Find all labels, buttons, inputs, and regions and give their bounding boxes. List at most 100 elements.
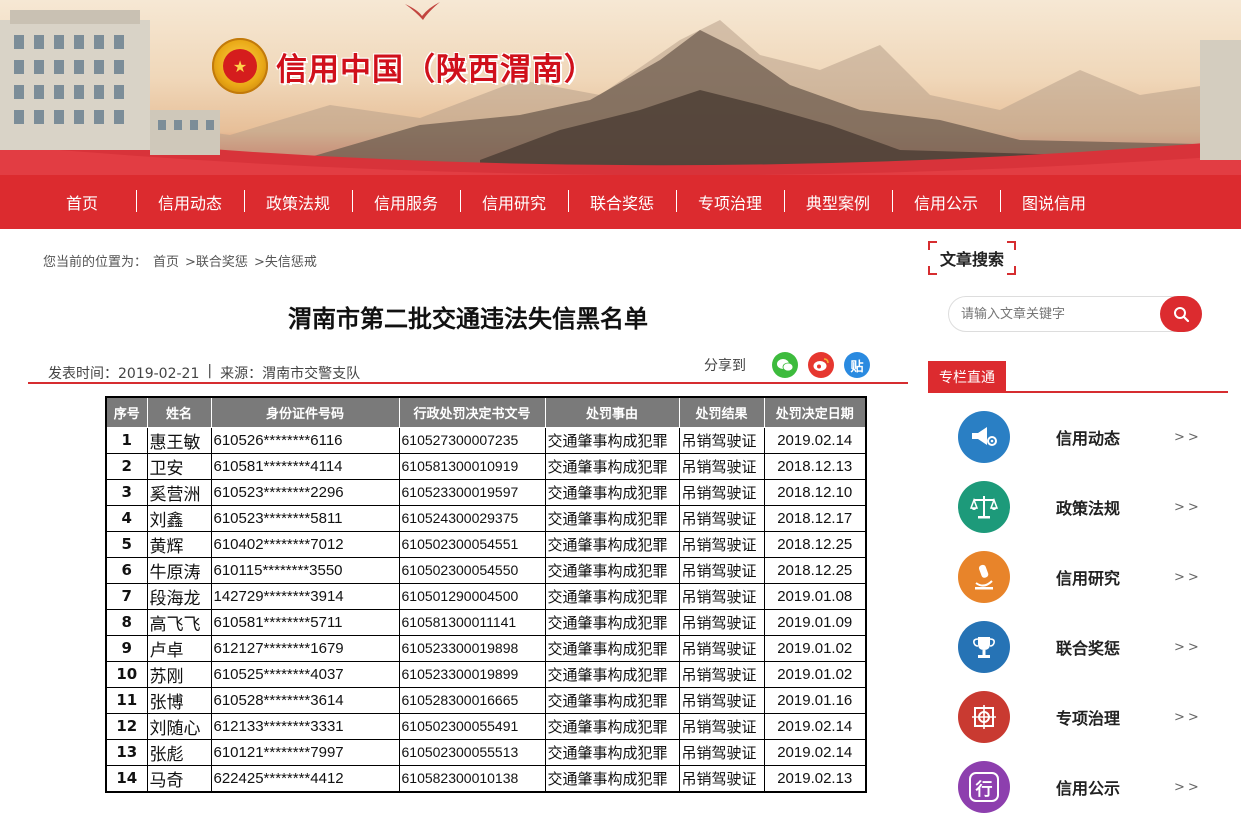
search-box [948,296,1202,332]
seal-glyph: 行 [969,772,999,802]
table-row: 1 惠王敏 610526********6116 610527300007235 交通肇… [105,426,867,454]
cell-id-number: 610526********6116 [210,426,400,454]
tieba-icon[interactable]: 贴 [844,352,870,378]
cell-result: 吊销驾驶证 [678,452,765,480]
cell-decision-date: 2018.12.13 [763,452,867,480]
cell-decision-date: 2019.02.14 [763,738,867,766]
nav-item-credit-service[interactable]: 信用服务 [352,175,460,229]
cell-index: 10 [105,660,148,688]
cell-index: 6 [105,556,148,584]
cell-result: 吊销驾驶证 [678,504,765,532]
megaphone-gear-icon [958,411,1010,463]
cell-index: 4 [105,504,148,532]
search-button[interactable] [1160,296,1202,332]
column-item-label: 信用研究 [1056,569,1121,588]
cell-result: 吊销驾驶证 [678,426,765,454]
cell-name: 刘随心 [146,712,212,740]
column-item-credit-news[interactable]: 信用动态 >> [958,402,1208,472]
article-source: 来源：渭南市交警支队 [220,366,361,382]
col-header-name: 姓名 [146,396,212,428]
chevron-double-right-icon: >> [1174,639,1202,655]
cell-id-number: 610523********5811 [210,504,400,532]
trophy-icon [958,621,1010,673]
cell-decision-number: 610582300010138 [398,764,546,792]
cell-name: 段海龙 [146,582,212,610]
cell-decision-date: 2019.01.09 [763,608,867,636]
cell-reason: 交通肇事构成犯罪 [544,686,680,714]
chevron-double-right-icon: >> [1174,569,1202,585]
column-item-research[interactable]: 信用研究 >> [958,542,1208,612]
nav-item-credit-research[interactable]: 信用研究 [460,175,568,229]
nav-item-home[interactable]: 首页 [28,175,136,229]
nav-item-special-governance[interactable]: 专项治理 [676,175,784,229]
cell-decision-number: 610523300019597 [398,478,546,506]
meta-separator: | [207,363,213,379]
col-header-index: 序号 [105,396,148,428]
cell-name: 奚营洲 [146,478,212,506]
table-row: 3 奚营洲 610523********2296 610523300019597 交通肇… [105,478,867,506]
wechat-icon[interactable] [772,352,798,378]
column-item-special-governance[interactable]: 专项治理 >> [958,682,1208,752]
cell-reason: 交通肇事构成犯罪 [544,582,680,610]
column-item-joint-reward-punish[interactable]: 联合奖惩 >> [958,612,1208,682]
cell-index: 5 [105,530,148,558]
banner-landscape [0,2,1241,175]
cell-index: 3 [105,478,148,506]
cell-decision-number: 610501290004500 [398,582,546,610]
cell-name: 刘鑫 [146,504,212,532]
cell-decision-number: 610523300019898 [398,634,546,662]
table-row: 2 卫安 610581********4114 610581300010919 交通肇事… [105,452,867,480]
article-divider [28,382,908,384]
breadcrumb-prefix: 您当前的位置为： [43,255,148,270]
breadcrumb-home[interactable]: 首页 [153,251,179,270]
column-item-credit-publicity[interactable]: 行 信用公示 >> [958,752,1208,816]
cell-index: 2 [105,452,148,480]
cell-decision-number: 610523300019899 [398,660,546,688]
cell-id-number: 610523********2296 [210,478,400,506]
column-item-label: 专项治理 [1056,709,1121,728]
site-logo[interactable]: ★ 信用中国（陕西渭南） [212,38,596,94]
cell-index: 13 [105,738,148,766]
table-row: 9 卢卓 612127********1679 610523300019898 交通肇事… [105,634,867,662]
column-item-label: 信用公示 [1056,779,1121,798]
nav-item-illustrated-credit[interactable]: 图说信用 [1000,175,1108,229]
cell-result: 吊销驾驶证 [678,530,765,558]
nav-item-credit-publicity[interactable]: 信用公示 [892,175,1000,229]
cell-id-number: 610115********3550 [210,556,400,584]
cell-name: 卢卓 [146,634,212,662]
nav-item-joint-reward-punish[interactable]: 联合奖惩 [568,175,676,229]
column-item-policy[interactable]: 政策法规 >> [958,472,1208,542]
cell-decision-number: 610502300055513 [398,738,546,766]
site-banner: ★ 信用中国（陕西渭南） [0,0,1241,175]
share-bar: 分享到 贴 [704,352,880,378]
col-header-decision-number: 行政处罚决定书文号 [398,396,546,428]
cell-id-number: 610121********7997 [210,738,400,766]
cell-reason: 交通肇事构成犯罪 [544,426,680,454]
nav-item-policy[interactable]: 政策法规 [244,175,352,229]
cell-name: 高飞飞 [146,608,212,636]
breadcrumb: 您当前的位置为： 首页 >联合奖惩 >失信惩戒 [43,251,317,270]
breadcrumb-dishonesty-punishment[interactable]: >失信惩戒 [254,251,317,270]
table-row: 4 刘鑫 610523********5811 610524300029375 交通肇事… [105,504,867,532]
nav-item-typical-cases[interactable]: 典型案例 [784,175,892,229]
cell-name: 张博 [146,686,212,714]
cell-index: 11 [105,686,148,714]
search-input[interactable] [961,297,1151,331]
weibo-icon[interactable] [808,352,834,378]
cell-result: 吊销驾驶证 [678,738,765,766]
nav-item-credit-news[interactable]: 信用动态 [136,175,244,229]
cell-decision-date: 2019.01.16 [763,686,867,714]
column-tab: 专栏直通 [928,361,1006,393]
table-row: 8 高飞飞 610581********5711 610581300011141 交通肇… [105,608,867,636]
column-item-label: 政策法规 [1056,499,1121,518]
cell-name: 卫安 [146,452,212,480]
col-header-decision-date: 处罚决定日期 [763,396,867,428]
cell-index: 7 [105,582,148,610]
cell-decision-date: 2018.12.25 [763,556,867,584]
cell-result: 吊销驾驶证 [678,608,765,636]
cell-id-number: 610581********5711 [210,608,400,636]
chevron-double-right-icon: >> [1174,499,1202,515]
cell-name: 黄辉 [146,530,212,558]
article-search-title: 文章搜索 [928,241,1016,275]
breadcrumb-joint-reward-punish[interactable]: >联合奖惩 [185,251,248,270]
